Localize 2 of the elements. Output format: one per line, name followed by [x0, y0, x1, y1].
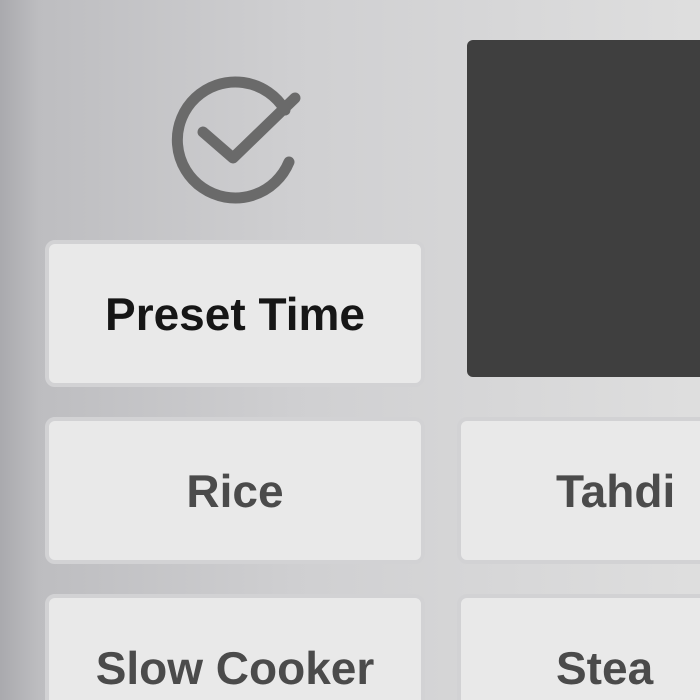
mode-button[interactable]: Tahdi	[457, 417, 700, 564]
mode-button[interactable]: Stea	[457, 594, 700, 700]
